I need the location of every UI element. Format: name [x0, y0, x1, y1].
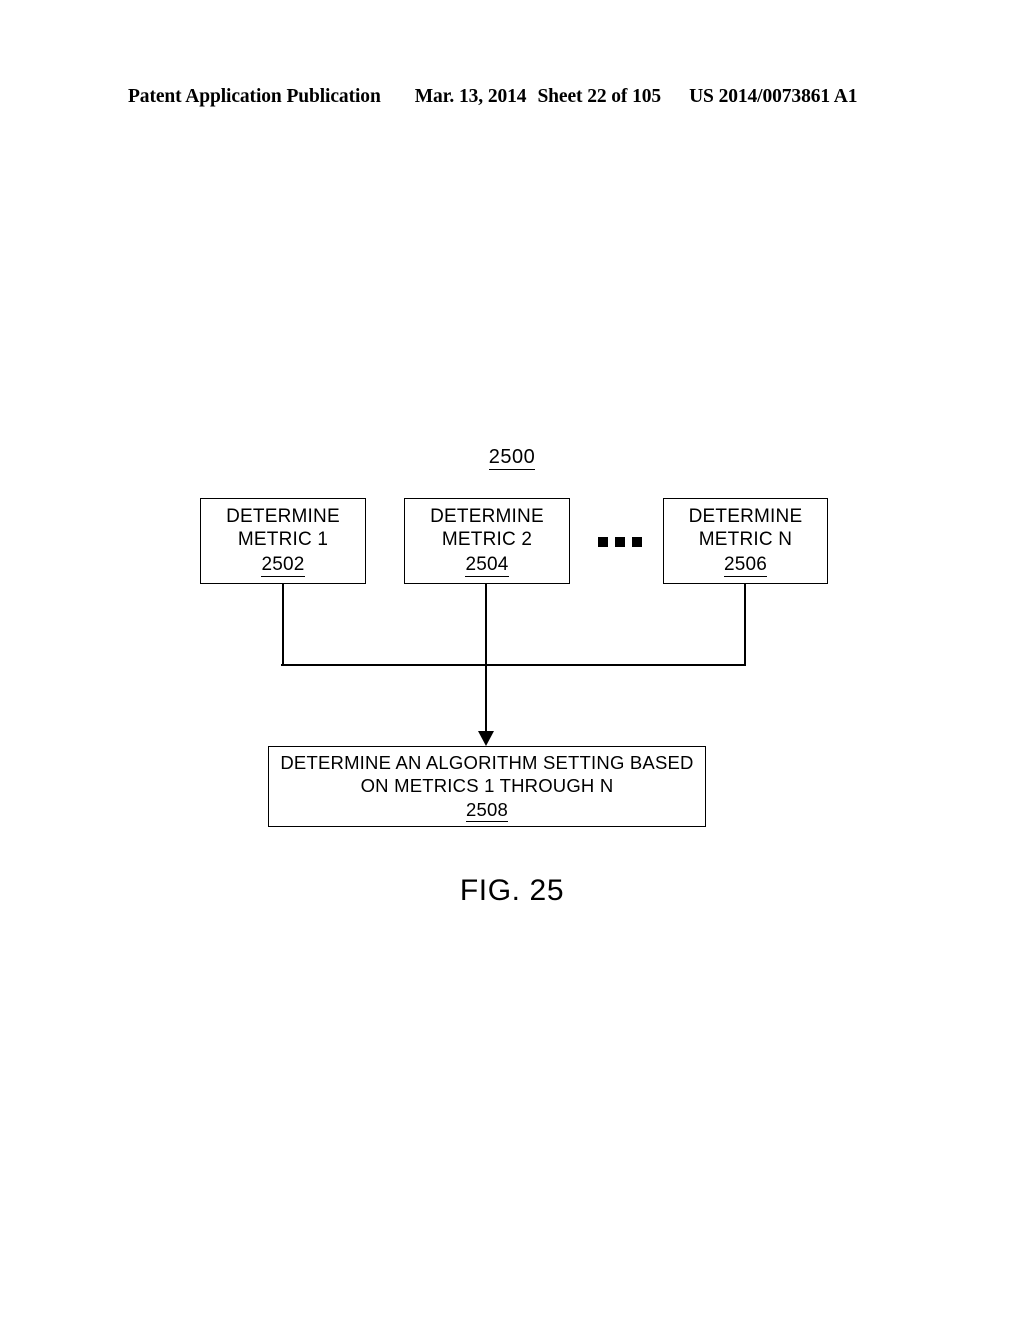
- connector-drop-from-2502: [282, 584, 284, 666]
- process-box-2506-line1: DETERMINE: [688, 505, 803, 527]
- horizontal-ellipsis-icon: [598, 535, 642, 549]
- figure-25-diagram: 2500 DETERMINE METRIC 1 2502 DETERMINE M…: [0, 0, 1024, 1320]
- process-box-2502-line2: METRIC 1: [237, 529, 329, 551]
- process-box-2502-line1: DETERMINE: [226, 505, 340, 527]
- process-box-2506-refnum: 2506: [723, 553, 768, 578]
- process-box-2504-line1: DETERMINE: [430, 505, 544, 527]
- process-box-2502-refnum: 2502: [261, 553, 305, 578]
- connector-drop-from-2506: [744, 584, 746, 666]
- ellipsis-dot: [598, 537, 608, 547]
- connector-drop-from-2504: [485, 584, 487, 666]
- ellipsis-dot: [632, 537, 642, 547]
- diagram-reference-label: 2500: [0, 446, 1024, 470]
- figure-caption: FIG. 25: [459, 874, 565, 907]
- process-box-2504-line2: METRIC 2: [441, 529, 533, 551]
- connector-horizontal-bus: [281, 664, 746, 666]
- process-box-2504-refnum: 2504: [465, 553, 509, 578]
- process-box-2508-line1: DETERMINE AN ALGORITHM SETTING BASED: [280, 752, 694, 773]
- connector-stem-to-2508: [485, 664, 487, 736]
- down-arrow-icon: [478, 731, 494, 746]
- process-box-2508-line2: ON METRICS 1 THROUGH N: [360, 775, 614, 796]
- process-box-determine-metric-2: DETERMINE METRIC 2 2504: [404, 498, 570, 584]
- process-box-2508-refnum: 2508: [466, 799, 508, 822]
- process-box-2506-line2: METRIC N: [698, 529, 793, 551]
- process-box-determine-algorithm-setting: DETERMINE AN ALGORITHM SETTING BASED ON …: [268, 746, 706, 827]
- diagram-reference-value: 2500: [488, 446, 536, 470]
- process-box-determine-metric-1: DETERMINE METRIC 1 2502: [200, 498, 366, 584]
- process-box-determine-metric-n: DETERMINE METRIC N 2506: [663, 498, 828, 584]
- ellipsis-dot: [615, 537, 625, 547]
